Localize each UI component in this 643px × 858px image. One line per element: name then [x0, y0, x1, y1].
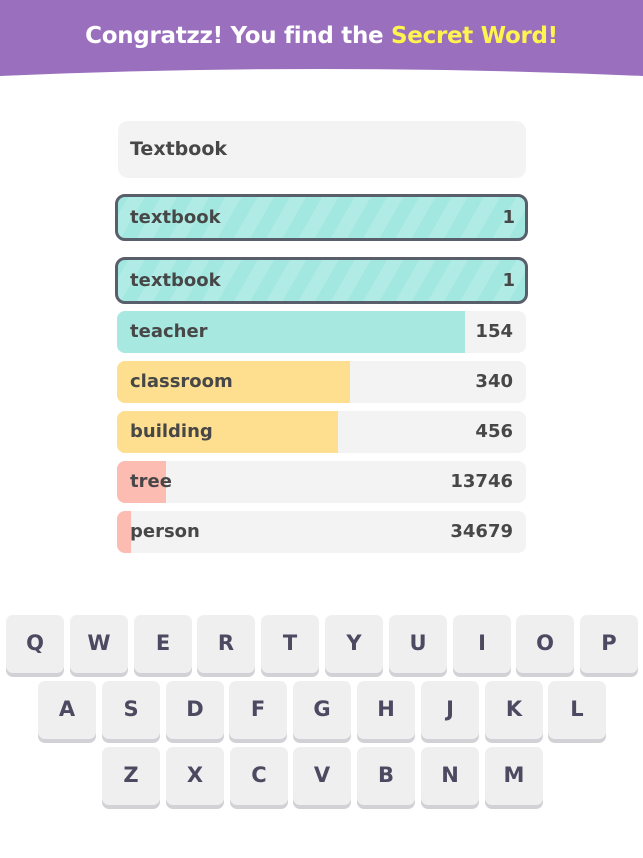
key-e[interactable]: E — [134, 615, 192, 673]
key-z[interactable]: Z — [102, 747, 160, 805]
guess-word: classroom — [130, 371, 233, 392]
congrats-title-prefix: Congratzz! You find the — [85, 23, 392, 49]
guess-rank: 1 — [502, 270, 515, 291]
key-g[interactable]: G — [293, 681, 351, 739]
key-i[interactable]: I — [453, 615, 511, 673]
guess-rank: 456 — [475, 421, 513, 442]
key-h[interactable]: H — [357, 681, 415, 739]
guess-input[interactable]: Textbook — [118, 121, 526, 178]
key-n[interactable]: N — [421, 747, 479, 805]
key-a[interactable]: A — [38, 681, 96, 739]
key-r[interactable]: R — [197, 615, 255, 673]
key-l[interactable]: L — [548, 681, 606, 739]
guess-word: textbook — [130, 207, 221, 228]
key-v[interactable]: V — [293, 747, 351, 805]
key-y[interactable]: Y — [325, 615, 383, 673]
guess-word: person — [130, 521, 200, 542]
guess-word: textbook — [130, 270, 221, 291]
guess-row: textbook 1 — [115, 257, 528, 304]
key-x[interactable]: X — [166, 747, 224, 805]
key-k[interactable]: K — [485, 681, 543, 739]
guess-rank: 13746 — [450, 471, 513, 492]
congrats-title: Congratzz! You find the Secret Word! — [0, 0, 643, 72]
key-p[interactable]: P — [580, 615, 638, 673]
key-d[interactable]: D — [166, 681, 224, 739]
guess-row: building 456 — [117, 411, 526, 453]
guess-row: tree 13746 — [117, 461, 526, 503]
guess-rank: 340 — [475, 371, 513, 392]
key-f[interactable]: F — [229, 681, 287, 739]
guess-word: tree — [130, 471, 172, 492]
guess-rank: 34679 — [450, 521, 513, 542]
secret-word-highlight: Secret Word! — [391, 23, 558, 49]
guess-row: person 34679 — [117, 511, 526, 553]
key-w[interactable]: W — [70, 615, 128, 673]
guess-word: building — [130, 421, 213, 442]
guess-rank: 1 — [502, 207, 515, 228]
key-m[interactable]: M — [485, 747, 543, 805]
key-b[interactable]: B — [357, 747, 415, 805]
key-t[interactable]: T — [261, 615, 319, 673]
header-banner: Congratzz! You find the Secret Word! — [0, 0, 643, 80]
key-s[interactable]: S — [102, 681, 160, 739]
guess-rank: 154 — [475, 321, 513, 342]
key-j[interactable]: J — [421, 681, 479, 739]
guess-row: textbook 1 — [115, 194, 528, 241]
guess-word: teacher — [130, 321, 208, 342]
key-q[interactable]: Q — [6, 615, 64, 673]
key-u[interactable]: U — [389, 615, 447, 673]
key-o[interactable]: O — [516, 615, 574, 673]
key-c[interactable]: C — [230, 747, 288, 805]
guess-row: teacher 154 — [117, 311, 526, 353]
guess-row: classroom 340 — [117, 361, 526, 403]
